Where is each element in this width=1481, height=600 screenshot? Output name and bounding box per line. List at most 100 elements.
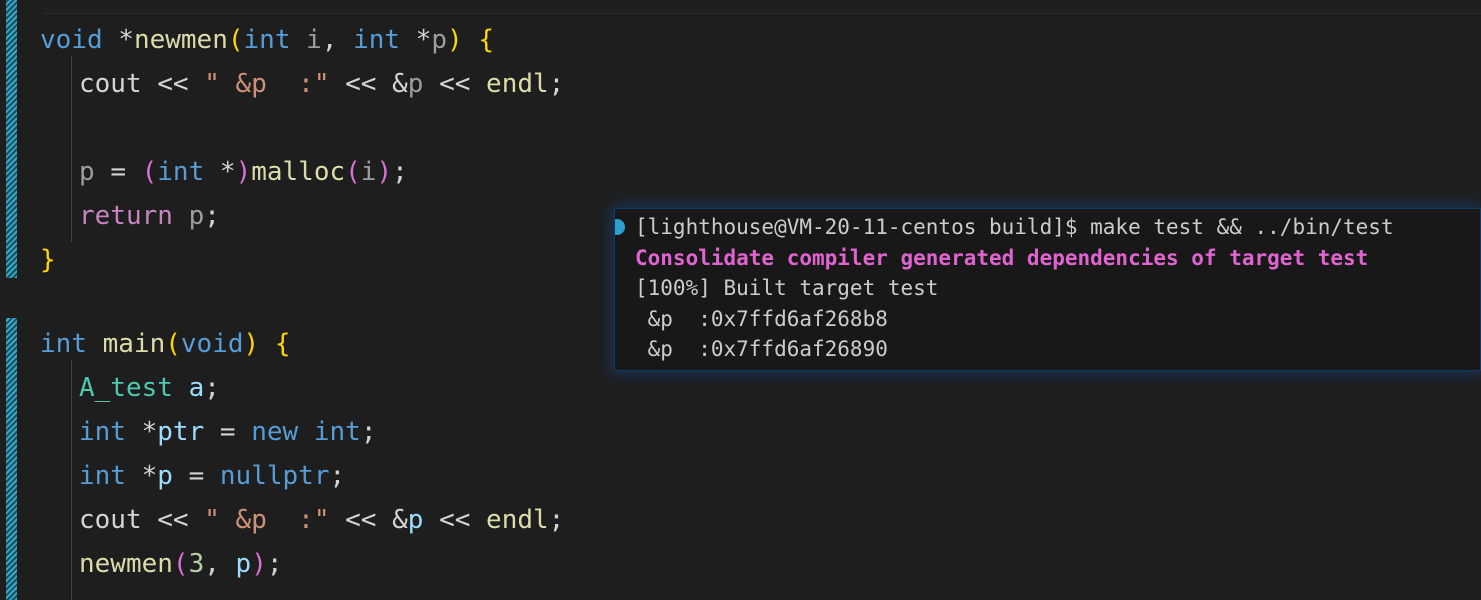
code-line[interactable]: int main(void) {: [40, 322, 291, 366]
code-token: &: [392, 69, 408, 99]
code-token: <<: [157, 69, 189, 99]
code-token: *: [141, 461, 158, 491]
code-token: int: [79, 461, 126, 491]
code-token: ;: [392, 157, 408, 187]
code-token: int: [313, 417, 361, 447]
terminal-line: Consolidate compiler generated dependenc…: [615, 243, 1480, 274]
code-line[interactable]: }: [40, 238, 56, 282]
code-token: <<: [345, 69, 377, 99]
code-token: " &p :": [204, 69, 330, 99]
code-token: int: [157, 157, 205, 187]
terminal-command-decoration-icon[interactable]: [615, 219, 625, 235]
code-token: ;: [329, 461, 346, 491]
code-token: ): [376, 157, 393, 187]
code-line[interactable]: int *ptr = new int;: [40, 410, 376, 454]
code-token: *: [415, 25, 432, 55]
code-token: {: [478, 25, 495, 55]
terminal-line-text: &p :0x7ffd6af26890: [635, 337, 888, 361]
code-line[interactable]: p = (int *)malloc(i);: [40, 150, 408, 194]
code-token: p: [157, 461, 173, 491]
code-token: return: [79, 201, 173, 231]
code-token: *: [141, 417, 158, 447]
code-editor[interactable]: void *newmen(int i, int *p) {cout << " &…: [0, 0, 1481, 600]
code-token: *: [118, 25, 134, 55]
terminal-line: &p :0x7ffd6af268b8: [615, 304, 1480, 335]
code-token: void: [40, 25, 103, 55]
code-line[interactable]: newmen(3, p);: [40, 542, 283, 586]
code-token: main: [102, 329, 166, 359]
code-token: (: [165, 329, 181, 359]
code-token: ;: [360, 417, 377, 447]
code-token: newmen: [133, 25, 228, 55]
code-line[interactable]: cout << " &p :" << &p << endl;: [40, 498, 564, 542]
code-token: <<: [345, 505, 377, 535]
code-token: cout: [79, 505, 142, 535]
code-token: A_test: [79, 373, 173, 403]
code-token: ;: [548, 505, 565, 535]
code-token: *: [219, 157, 236, 187]
code-token: p: [407, 505, 424, 535]
code-token: ;: [204, 373, 220, 403]
code-token: =: [219, 417, 236, 447]
code-token: ,: [321, 25, 354, 55]
code-token: new: [251, 417, 299, 447]
code-line[interactable]: void *newmen(int i, int *p) {: [40, 18, 494, 62]
code-token: int: [79, 417, 126, 447]
code-line[interactable]: int *p = nullptr;: [40, 454, 345, 498]
code-token: a: [188, 373, 205, 403]
code-token: (: [141, 157, 158, 187]
terminal-line-text: Consolidate compiler generated dependenc…: [635, 245, 1369, 270]
code-token: p: [188, 201, 205, 231]
code-line[interactable]: [40, 106, 79, 150]
code-token: }: [40, 245, 56, 275]
code-token: ;: [204, 201, 220, 231]
code-token: ;: [266, 549, 283, 579]
code-token: i: [306, 25, 322, 55]
terminal-output[interactable]: [lighthouse@VM-20-11-centos build]$ make…: [615, 209, 1480, 370]
code-token: endl: [486, 505, 549, 535]
code-token: (: [172, 549, 189, 579]
code-token: <<: [439, 69, 471, 99]
code-token: endl: [486, 69, 549, 99]
code-token: {: [274, 329, 291, 359]
code-token: malloc: [251, 157, 346, 187]
code-token: p: [235, 549, 252, 579]
terminal-line-text: [lighthouse@VM-20-11-centos build]$ make…: [635, 215, 1394, 239]
code-line[interactable]: cout << " &p :" << &p << endl;: [40, 62, 564, 106]
code-token: cout: [79, 69, 142, 99]
code-token: <<: [157, 505, 189, 535]
code-token: p: [79, 157, 95, 187]
code-token: (: [227, 25, 244, 55]
terminal-panel[interactable]: [lighthouse@VM-20-11-centos build]$ make…: [614, 208, 1481, 371]
terminal-line-text: [100%] Built target test: [635, 276, 939, 300]
terminal-line: &p :0x7ffd6af26890: [615, 334, 1480, 365]
code-token: ): [243, 329, 260, 359]
code-token: int: [243, 25, 291, 55]
code-line[interactable]: A_test a;: [40, 366, 220, 410]
terminal-line-text: &p :0x7ffd6af268b8: [635, 306, 888, 331]
code-token: void: [180, 329, 244, 359]
code-line[interactable]: return p;: [40, 194, 220, 238]
